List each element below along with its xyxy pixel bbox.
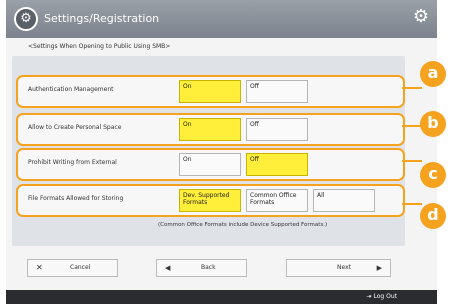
callout-line-c bbox=[402, 160, 422, 162]
close-icon: ✕ bbox=[36, 263, 43, 272]
row-prohibit-writing-external: Prohibit Writing from External On Off bbox=[16, 148, 405, 181]
formats-note: (Common Office Formats include Device Su… bbox=[158, 222, 328, 228]
option-off[interactable]: Off bbox=[246, 118, 308, 141]
page-subtitle: <Settings When Opening to Public Using S… bbox=[28, 43, 171, 50]
title-bar: ⚙ Settings/Registration ⚙ bbox=[6, 0, 437, 38]
option-common-office-formats[interactable]: Common Office Formats bbox=[246, 189, 308, 212]
device-screen: ⚙ Settings/Registration ⚙ <Settings When… bbox=[6, 0, 437, 304]
callout-badge-a: a bbox=[420, 61, 446, 87]
row-label: Allow to Create Personal Space bbox=[28, 124, 122, 131]
row-authentication-management: Authentication Management On Off bbox=[16, 75, 405, 108]
arrow-right-icon: ▶ bbox=[376, 264, 382, 272]
callout-line-d bbox=[402, 203, 422, 205]
callout-badge-b: b bbox=[420, 111, 446, 137]
option-off[interactable]: Off bbox=[246, 153, 308, 176]
back-button[interactable]: ◀ Back bbox=[156, 259, 247, 277]
logout-icon: ⇥ bbox=[366, 293, 372, 300]
row-file-formats-allowed: File Formats Allowed for Storing Dev. Su… bbox=[16, 184, 405, 217]
gear-icon[interactable]: ⚙ bbox=[413, 8, 429, 26]
option-off[interactable]: Off bbox=[246, 80, 308, 103]
option-on[interactable]: On bbox=[179, 118, 241, 141]
option-dev-supported-formats[interactable]: Dev. Supported Formats bbox=[179, 189, 241, 212]
status-bar: ⇥ Log Out bbox=[6, 290, 437, 304]
window-title: Settings/Registration bbox=[44, 12, 160, 25]
callout-badge-d: d bbox=[420, 203, 446, 229]
option-on[interactable]: On bbox=[179, 153, 241, 176]
row-allow-create-personal-space: Allow to Create Personal Space On Off bbox=[16, 113, 405, 146]
row-label: Prohibit Writing from External bbox=[28, 159, 117, 166]
cancel-button[interactable]: ✕ Cancel bbox=[27, 259, 118, 277]
row-label: File Formats Allowed for Storing bbox=[28, 195, 124, 202]
callout-line-a bbox=[402, 87, 422, 89]
option-on[interactable]: On bbox=[179, 80, 241, 103]
callout-badge-c: c bbox=[420, 162, 446, 188]
callout-line-b bbox=[402, 125, 422, 127]
logout-button[interactable]: ⇥ Log Out bbox=[367, 293, 397, 300]
row-label: Authentication Management bbox=[28, 86, 114, 93]
settings-icon: ⚙ bbox=[14, 7, 38, 31]
settings-panel: Authentication Management On Off Allow t… bbox=[12, 56, 405, 246]
arrow-left-icon: ◀ bbox=[165, 264, 171, 272]
option-all[interactable]: All bbox=[313, 189, 375, 212]
next-button[interactable]: Next ▶ bbox=[286, 259, 391, 277]
